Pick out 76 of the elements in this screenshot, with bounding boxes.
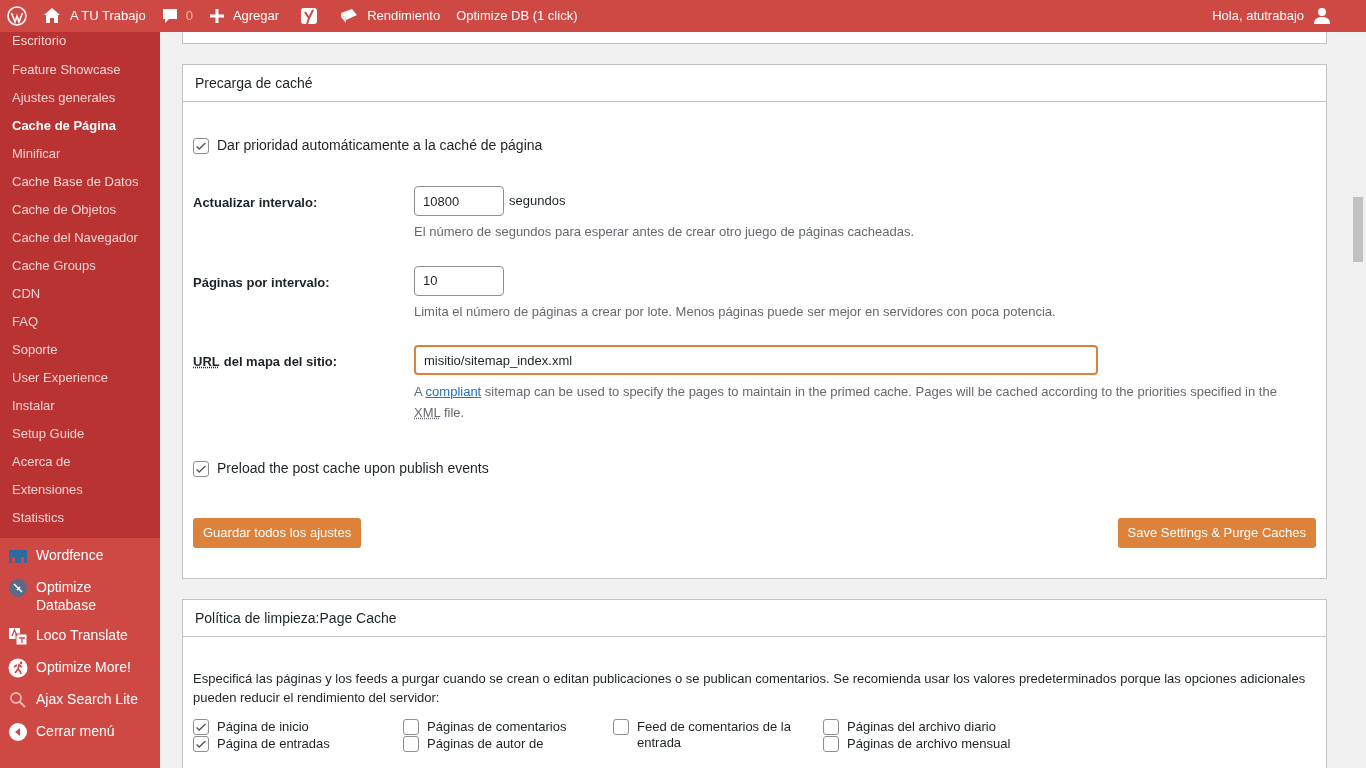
comment-count: 0 <box>185 7 193 26</box>
submenu-item[interactable]: Feature Showcase <box>0 56 160 84</box>
panel-title: Política de limpieza:Page Cache <box>195 608 397 628</box>
performance-link[interactable]: Rendimiento <box>367 6 441 26</box>
menu-item[interactable]: Wordfence <box>36 546 152 564</box>
sitemap-url-field[interactable]: misitio/sitemap_index.xml <box>414 345 1098 375</box>
submenu-item[interactable]: Escritorio <box>0 32 160 56</box>
checkbox-label: Páginas de archivo mensual <box>847 736 1012 752</box>
checkbox[interactable] <box>193 137 209 154</box>
save-button[interactable]: Save Settings & Purge Caches <box>1117 518 1316 548</box>
submenu-item[interactable]: CDN <box>0 280 160 308</box>
abbreviation: URL <box>193 353 220 371</box>
checkbox-label: Página de entradas <box>217 736 331 752</box>
interval-field[interactable]: 10800 <box>414 186 504 216</box>
submenu-item[interactable]: Ajustes generales <box>0 84 160 112</box>
unit-label: segundos <box>509 192 566 211</box>
checkbox[interactable] <box>193 460 209 477</box>
checkbox[interactable] <box>613 719 629 735</box>
add-new-link[interactable]: Agregar <box>232 6 280 26</box>
site-name-link[interactable]: A TU Trabajo <box>70 6 146 26</box>
translate-icon <box>8 626 28 646</box>
submenu-item[interactable]: Acerca de <box>0 448 160 476</box>
user-icon[interactable] <box>1312 6 1332 26</box>
intro-text: Especificá las páginas y los feeds a purgar cuando se crean o editan publicaciones o se publican comentarios. Se recomienda usar los valores predeterminados porque las opciones adicionales pueden reducir el rendimiento del servidor: <box>193 670 1307 707</box>
submenu-item[interactable]: Minificar <box>0 140 160 168</box>
checkbox-label: Páginas de comentarios <box>427 719 568 735</box>
checkbox-label: Feed de comentarios de la entrada <box>637 719 792 751</box>
submenu-item[interactable]: Cache de Objetos <box>0 196 160 224</box>
checkbox[interactable] <box>823 736 839 752</box>
wordpress-logo-icon[interactable] <box>7 6 27 26</box>
comment-icon[interactable] <box>161 8 178 24</box>
collapse-icon <box>8 722 28 742</box>
greeting-link[interactable]: Hola, atutrabajo <box>1212 6 1304 26</box>
field-label: Actualizar intervalo: <box>193 194 319 212</box>
compliant-link[interactable]: compliant <box>425 384 482 399</box>
checkbox-label: Página de inicio <box>217 719 310 735</box>
checkbox[interactable] <box>193 719 209 735</box>
help-text: Limita el número de páginas a crear por lote. Menos páginas puede ser mejor en servidores con poca potencia. <box>414 302 1056 321</box>
pages-field[interactable]: 10 <box>414 265 504 296</box>
checkbox-label: Páginas del archivo diario <box>847 719 997 735</box>
submenu-item[interactable]: Setup Guide <box>0 420 160 448</box>
checkbox[interactable] <box>823 719 839 735</box>
submenu-item[interactable]: Cache Groups <box>0 252 160 280</box>
home-icon[interactable] <box>42 6 62 26</box>
submenu-item[interactable]: Cache del Navegador <box>0 224 160 252</box>
checkbox-label: Páginas de autor de <box>427 736 545 752</box>
submenu-item[interactable]: Statistics <box>0 504 160 532</box>
field-label: Páginas por intervalo: <box>193 273 331 292</box>
menu-item[interactable]: Optimize Database <box>36 578 152 614</box>
submenu-item[interactable]: Cache Base de Datos <box>0 168 160 196</box>
submenu-item[interactable]: Soporte <box>0 336 160 364</box>
broom-icon <box>8 578 28 598</box>
menu-item[interactable]: Cerrar menú <box>36 722 152 740</box>
checkbox-label: Dar prioridad automáticamente a la caché de página <box>217 136 543 155</box>
optimize-db-link[interactable]: Optimize DB (1 click) <box>448 6 586 26</box>
submenu-item[interactable]: FAQ <box>0 308 160 336</box>
menu-item[interactable]: Loco Translate <box>36 626 152 644</box>
menu-item[interactable]: Optimize More! <box>36 658 152 676</box>
checkbox[interactable] <box>403 736 419 752</box>
checkbox[interactable] <box>403 719 419 735</box>
runner-icon <box>8 658 28 678</box>
save-button[interactable]: Guardar todos los ajustes <box>193 518 362 548</box>
submenu-item[interactable]: Extensiones <box>0 476 160 504</box>
help-text: A compliant sitemap can be used to specify the pages to maintain in the primed cache. Pages will be cached according to the priorities specified in the XML file. <box>414 383 1278 422</box>
submenu-item[interactable]: Instalar <box>0 392 160 420</box>
submenu-item[interactable]: User Experience <box>0 364 160 392</box>
field-label: del mapa del sitio: <box>223 353 338 371</box>
plus-icon[interactable] <box>208 8 225 24</box>
submenu-item[interactable]: Cache de Página <box>0 112 160 140</box>
help-text: El número de segundos para esperar antes de crear otro juego de páginas cacheadas. <box>414 223 915 241</box>
menu-item[interactable]: Ajax Search Lite <box>36 690 152 708</box>
search-icon <box>8 690 28 710</box>
panel-title: Precarga de caché <box>195 73 313 93</box>
checkbox-label: Preload the post cache upon publish events <box>217 459 489 478</box>
checkbox[interactable] <box>193 736 209 752</box>
seo-plugin-icon[interactable] <box>299 6 320 26</box>
